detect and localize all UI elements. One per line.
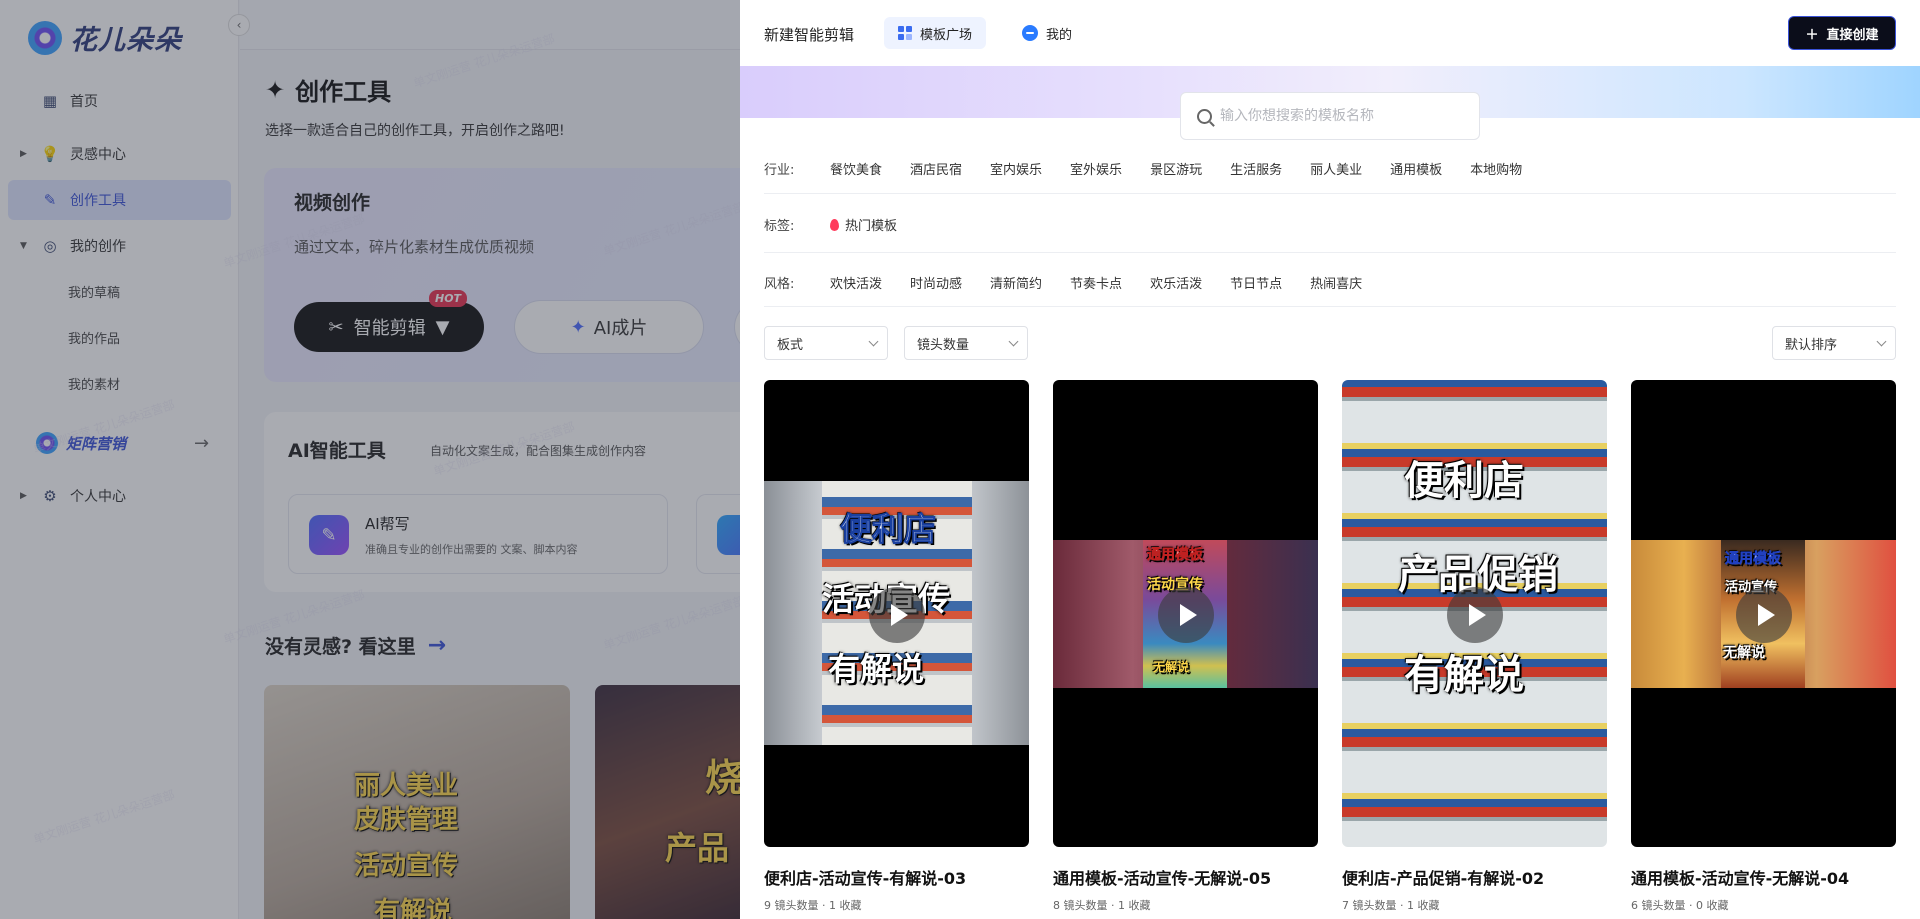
template-grid-icon xyxy=(898,26,912,40)
industry-option[interactable]: 通用模板 xyxy=(1390,159,1442,178)
template-thumbnail[interactable]: 便利店 产品促销 有解说 xyxy=(1342,380,1607,847)
template-card[interactable]: 通用模板 活动宣传 无解说 通用模板-活动宣传-无解说-05 8 镜头数量 · … xyxy=(1053,380,1318,913)
template-meta: 7 镜头数量 · 1 收藏 xyxy=(1342,899,1440,912)
template-meta: 8 镜头数量 · 1 收藏 xyxy=(1053,899,1151,912)
fire-icon xyxy=(830,218,839,231)
template-thumbnail[interactable]: 通用模板 活动宣传 无解说 xyxy=(1631,380,1896,847)
style-option[interactable]: 节日节点 xyxy=(1230,273,1282,292)
style-option[interactable]: 时尚动感 xyxy=(910,273,962,292)
chevron-down-icon xyxy=(1008,336,1019,347)
drawer-title: 新建智能剪辑 xyxy=(764,26,855,44)
template-search-box[interactable] xyxy=(1180,92,1480,140)
play-button[interactable] xyxy=(1158,587,1214,643)
style-filter: 风格: 欢快活泼 时尚动感 清新简约 节奏卡点 欢乐活泼 节日节点 热闹喜庆 xyxy=(764,270,1896,294)
template-title[interactable]: 便利店-活动宣传-有解说-03 xyxy=(764,865,1029,889)
tab-mine[interactable]: 我的 xyxy=(1008,17,1086,49)
template-card[interactable]: 便利店 产品促销 有解说 便利店-产品促销-有解说-02 7 镜头数量 · 1 … xyxy=(1342,380,1607,913)
thumbnail-caption: 无解说 xyxy=(1723,645,1765,661)
divider xyxy=(764,193,1896,194)
modal-backdrop[interactable] xyxy=(0,0,740,919)
template-card[interactable]: 便利店 活动宣传 有解说 便利店-活动宣传-有解说-03 9 镜头数量 · 1 … xyxy=(764,380,1029,913)
template-title[interactable]: 通用模板-活动宣传-无解说-04 xyxy=(1631,865,1896,889)
plus-icon: ＋ xyxy=(1805,27,1819,43)
style-option[interactable]: 清新简约 xyxy=(990,273,1042,292)
style-option[interactable]: 欢乐活泼 xyxy=(1150,273,1202,292)
industry-option[interactable]: 室外娱乐 xyxy=(1070,159,1122,178)
sort-select[interactable]: 默认排序 xyxy=(1772,326,1896,360)
tag-option-hot[interactable]: 热门模板 xyxy=(830,215,897,234)
style-option[interactable]: 欢快活泼 xyxy=(830,273,882,292)
format-select[interactable]: 板式 xyxy=(764,326,888,360)
user-circle-icon xyxy=(1022,25,1038,41)
industry-option[interactable]: 酒店民宿 xyxy=(910,159,962,178)
industry-option[interactable]: 本地购物 xyxy=(1470,159,1522,178)
template-meta: 6 镜头数量 · 0 收藏 xyxy=(1631,899,1729,912)
template-thumbnail[interactable]: 通用模板 活动宣传 无解说 xyxy=(1053,380,1318,847)
industry-option[interactable]: 生活服务 xyxy=(1230,159,1282,178)
industry-option[interactable]: 丽人美业 xyxy=(1310,159,1362,178)
template-drawer: 新建智能剪辑 模板广场 我的 ＋ 直接创建 行业: 餐饮美食 酒店民宿 室内娱乐… xyxy=(740,0,1920,919)
template-title[interactable]: 通用模板-活动宣传-无解说-05 xyxy=(1053,865,1318,889)
thumbnail-caption: 便利店 xyxy=(839,510,937,549)
style-option[interactable]: 节奏卡点 xyxy=(1070,273,1122,292)
style-filter-label: 风格: xyxy=(764,276,795,292)
thumbnail-caption: 无解说 xyxy=(1153,660,1190,674)
search-icon xyxy=(1197,108,1212,124)
tag-filter-label: 标签: xyxy=(764,218,795,234)
template-card[interactable]: 通用模板 活动宣传 无解说 通用模板-活动宣传-无解说-04 6 镜头数量 · … xyxy=(1631,380,1896,913)
tab-template-square[interactable]: 模板广场 xyxy=(884,17,987,49)
template-meta: 9 镜头数量 · 1 收藏 xyxy=(764,899,862,912)
play-button[interactable] xyxy=(869,587,925,643)
play-button[interactable] xyxy=(1447,587,1503,643)
chevron-down-icon xyxy=(868,336,879,347)
thumbnail-caption: 通用模板 xyxy=(1147,547,1204,564)
thumbnail-caption: 便利店 xyxy=(1404,458,1524,504)
industry-filter-label: 行业: xyxy=(764,162,795,178)
drawer-header: 新建智能剪辑 模板广场 我的 ＋ 直接创建 xyxy=(740,0,1920,66)
industry-option[interactable]: 餐饮美食 xyxy=(830,159,882,178)
thumbnail-caption: 有解说 xyxy=(828,650,925,688)
play-button[interactable] xyxy=(1736,587,1792,643)
industry-option[interactable]: 景区游玩 xyxy=(1150,159,1202,178)
industry-option[interactable]: 室内娱乐 xyxy=(990,159,1042,178)
divider xyxy=(764,306,1896,307)
tag-filter: 标签: 热门模板 xyxy=(764,212,1896,236)
thumbnail-caption: 通用模板 xyxy=(1725,551,1782,568)
template-thumbnail[interactable]: 便利店 活动宣传 有解说 xyxy=(764,380,1029,847)
template-search-input[interactable] xyxy=(1220,108,1460,124)
industry-filter: 行业: 餐饮美食 酒店民宿 室内娱乐 室外娱乐 景区游玩 生活服务 丽人美业 通… xyxy=(764,156,1896,180)
template-title[interactable]: 便利店-产品促销-有解说-02 xyxy=(1342,865,1607,889)
direct-create-button[interactable]: ＋ 直接创建 xyxy=(1788,16,1896,50)
thumbnail-caption: 有解说 xyxy=(1404,652,1524,698)
divider xyxy=(764,252,1896,253)
chevron-down-icon xyxy=(1876,336,1887,347)
style-option[interactable]: 热闹喜庆 xyxy=(1310,273,1362,292)
shot-count-select[interactable]: 镜头数量 xyxy=(904,326,1028,360)
